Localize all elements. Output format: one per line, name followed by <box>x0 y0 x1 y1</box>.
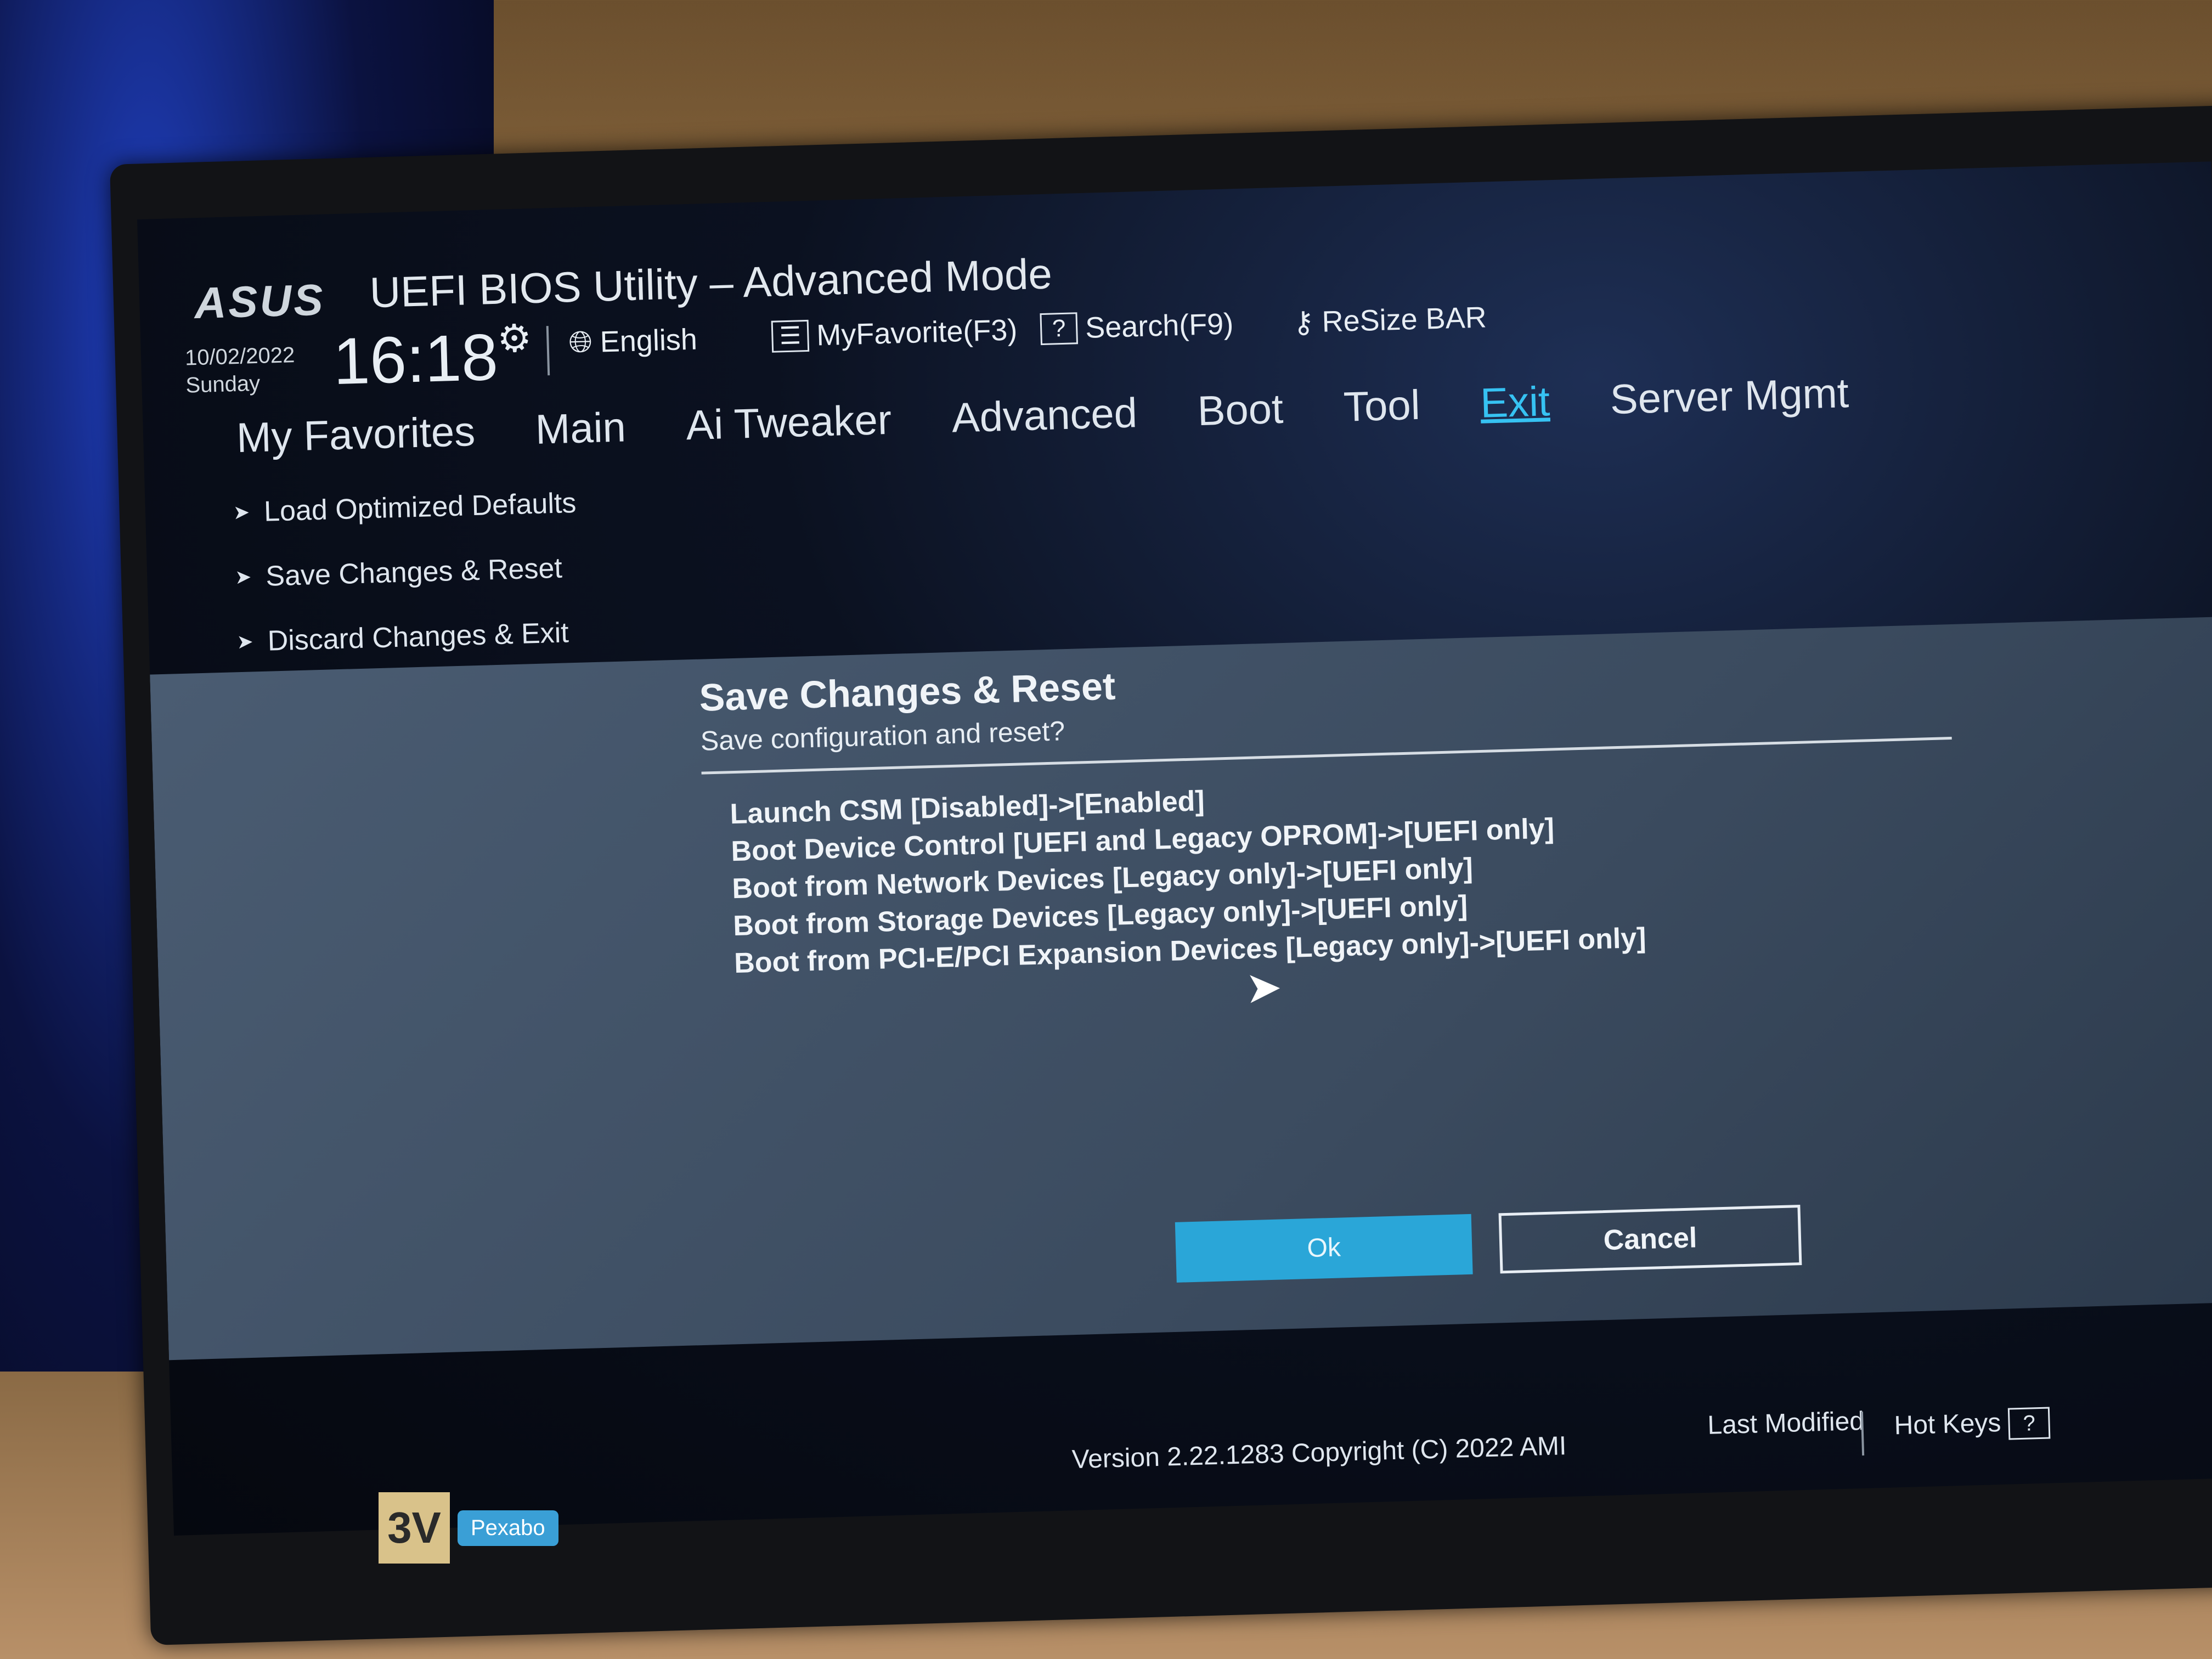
date-text: 10/02/2022 <box>184 343 295 370</box>
tab-exit[interactable]: Exit <box>1480 377 1550 427</box>
question-icon: ? <box>1040 312 1079 346</box>
tab-advanced[interactable]: Advanced <box>951 389 1138 442</box>
tab-boot[interactable]: Boot <box>1197 385 1284 435</box>
mouse-cursor-icon: ➤ <box>1244 962 1283 1013</box>
clock-time: 16:18 <box>332 320 499 399</box>
menu-item-label: Discard Changes & Exit <box>267 617 569 657</box>
last-modified-button[interactable]: Last Modified <box>1707 1406 1865 1441</box>
header-divider <box>546 326 550 376</box>
tab-my-favorites[interactable]: My Favorites <box>236 408 476 462</box>
dialog-subtitle: Save configuration and reset? <box>700 715 1065 757</box>
dialog-title: Save Changes & Reset <box>698 664 1116 719</box>
resize-bar-label: ReSize BAR <box>1321 300 1487 338</box>
cancel-button[interactable]: Cancel <box>1498 1205 1802 1274</box>
globe-icon: 🌐︎ <box>568 325 593 359</box>
tab-main[interactable]: Main <box>535 403 627 454</box>
change-list: Launch CSM [Disabled]->[Enabled] Boot De… <box>730 770 1647 982</box>
menu-item-save-reset[interactable]: ➤ Save Changes & Reset <box>234 535 579 610</box>
tab-server-mgmt[interactable]: Server Mgmt <box>1610 369 1849 424</box>
favorite-list-icon: ☰ <box>771 319 810 353</box>
question-icon: ? <box>2007 1407 2051 1440</box>
chevron-right-icon: ➤ <box>233 500 250 524</box>
tab-ai-tweaker[interactable]: Ai Tweaker <box>685 396 892 449</box>
menu-item-label: Load Optimized Defaults <box>263 487 577 528</box>
weekday-text: Sunday <box>185 371 261 398</box>
watermark-tag: Pexabo <box>458 1510 558 1546</box>
save-reset-dialog: Save Changes & Reset Save configuration … <box>150 617 2212 1361</box>
language-button[interactable]: 🌐︎ English <box>568 322 698 360</box>
menu-item-discard-exit[interactable]: ➤ Discard Changes & Exit <box>236 600 581 674</box>
language-label: English <box>599 323 698 359</box>
search-label: Search(F9) <box>1085 307 1234 345</box>
search-button[interactable]: ? Search(F9) <box>1040 307 1234 346</box>
exit-submenu: ➤ Load Optimized Defaults ➤ Save Changes… <box>232 471 580 674</box>
tab-tool[interactable]: Tool <box>1343 381 1421 431</box>
watermark: 3V Pexabo <box>379 1492 558 1564</box>
ok-button[interactable]: Ok <box>1175 1214 1473 1283</box>
gear-icon[interactable]: ⚙ <box>496 315 532 362</box>
resize-bar-button[interactable]: ⚷ ReSize BAR <box>1292 300 1487 340</box>
menu-item-load-defaults[interactable]: ➤ Load Optimized Defaults <box>232 471 577 545</box>
bios-screen: ASUS UEFI BIOS Utility – Advanced Mode 1… <box>137 161 2212 1536</box>
date-display: 10/02/2022 Sunday <box>184 341 296 399</box>
asus-logo: ASUS <box>194 275 326 328</box>
myfavorite-label: MyFavorite(F3) <box>816 313 1018 352</box>
hot-keys-button[interactable]: Hot Keys ? <box>1894 1407 2051 1443</box>
chevron-right-icon: ➤ <box>234 565 252 589</box>
chevron-right-icon: ➤ <box>236 630 254 653</box>
watermark-logo: 3V <box>379 1492 450 1564</box>
resize-bar-icon: ⚷ <box>1292 306 1315 340</box>
window-title: UEFI BIOS Utility – Advanced Mode <box>369 249 1053 317</box>
myfavorite-button[interactable]: ☰ MyFavorite(F3) <box>771 313 1018 353</box>
menu-item-label: Save Changes & Reset <box>265 552 563 592</box>
hot-keys-label: Hot Keys <box>1893 1408 2002 1441</box>
version-text: Version 2.22.1283 Copyright (C) 2022 AMI <box>1071 1431 1567 1475</box>
